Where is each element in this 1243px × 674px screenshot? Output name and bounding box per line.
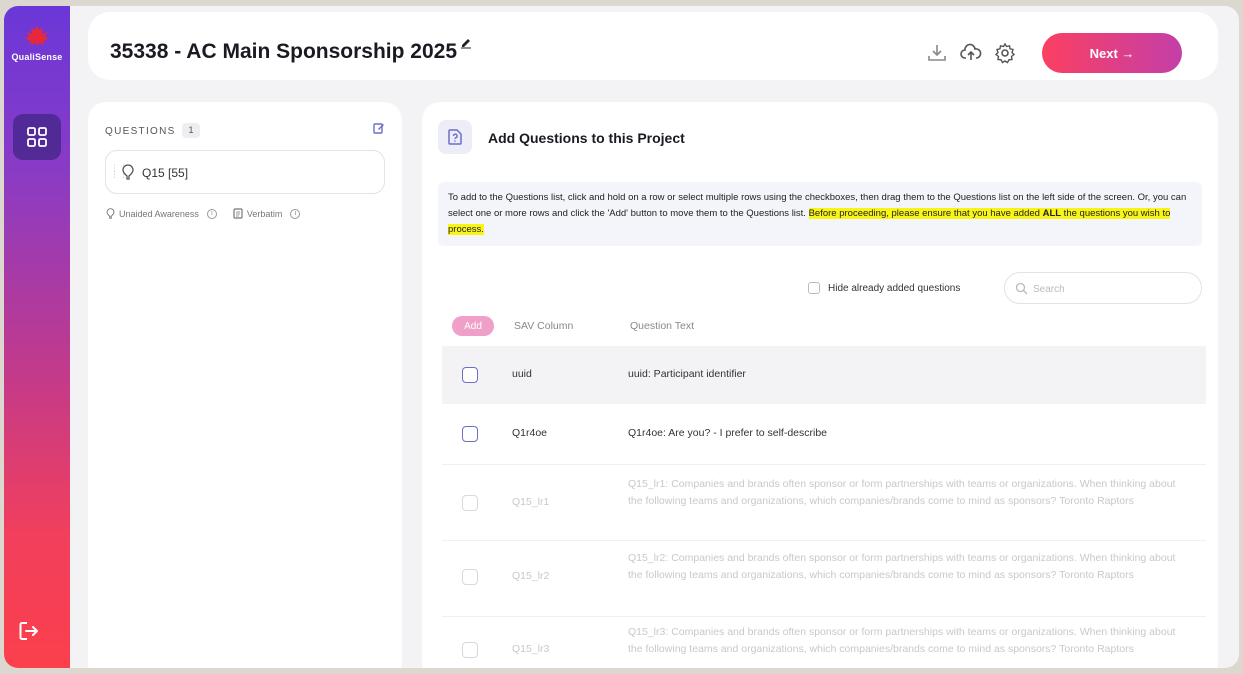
edit-icon[interactable] <box>460 37 472 49</box>
row-divider <box>442 616 1206 617</box>
questions-panel: QUESTIONS 1 ⋮⋮ ⋮⋮ Q15 [55] Unaided Awaren… <box>88 102 402 668</box>
row-sav-column: Q15_lr1 <box>512 496 550 508</box>
hide-added-checkbox[interactable] <box>808 282 820 294</box>
tag-unaided-awareness: Unaided Awareness i <box>106 208 221 219</box>
row-question-text: uuid: Participant identifier <box>628 368 746 380</box>
upload-cloud-icon[interactable] <box>960 42 982 64</box>
question-item[interactable]: ⋮⋮ ⋮⋮ Q15 [55] <box>105 150 385 194</box>
panel-title: Add Questions to this Project <box>488 130 685 146</box>
table-row[interactable]: uuid uuid: Participant identifier <box>442 346 1206 404</box>
top-header: 35338 - AC Main Sponsorship 2025 Next → <box>88 12 1218 80</box>
pin-small-icon <box>106 208 115 219</box>
row-sav-column: Q1r4oe <box>512 427 548 439</box>
row-divider <box>442 540 1206 541</box>
table-row: Q15_lr2 Q15_lr2: Companies and brands of… <box>442 542 1206 616</box>
tag-label: Unaided Awareness <box>119 208 199 219</box>
row-checkbox <box>462 495 478 511</box>
search-icon <box>1015 282 1028 295</box>
info-icon[interactable]: i <box>206 208 217 219</box>
table-row[interactable]: Q1r4oe Q1r4oe: Are you? - I prefer to se… <box>442 404 1206 464</box>
settings-icon[interactable] <box>994 42 1016 64</box>
grid-icon <box>27 127 47 147</box>
hide-added-toggle[interactable]: Hide already added questions <box>808 282 960 294</box>
edit-questions-icon[interactable] <box>373 122 385 134</box>
hide-added-label: Hide already added questions <box>828 282 961 294</box>
row-question-text: Q15_lr3: Companies and brands often spon… <box>628 626 1176 655</box>
question-document-icon <box>448 129 462 145</box>
download-icon[interactable] <box>926 42 948 64</box>
warning-text-bold: ALL <box>1042 208 1062 219</box>
info-icon[interactable]: i <box>290 208 301 219</box>
row-question-text: Q15_lr1: Companies and brands often spon… <box>628 478 1176 507</box>
add-button[interactable]: Add <box>452 316 494 336</box>
row-sav-column: Q15_lr3 <box>512 643 550 655</box>
location-pin-icon <box>122 164 134 180</box>
document-icon <box>233 208 243 219</box>
add-questions-icon <box>438 120 472 154</box>
project-title: 35338 - AC Main Sponsorship 2025 <box>110 40 458 63</box>
add-questions-panel: Add Questions to this Project To add to … <box>422 102 1218 668</box>
row-checkbox <box>462 569 478 585</box>
warning-text-pre: Before proceeding, please ensure that yo… <box>808 208 1043 219</box>
maple-leaf-icon <box>25 25 49 47</box>
sidebar-item-dashboard[interactable] <box>13 114 61 160</box>
question-item-label: Q15 [55] <box>142 166 189 180</box>
sidebar-item-logout[interactable] <box>18 620 42 644</box>
row-checkbox[interactable] <box>462 426 478 442</box>
row-checkbox <box>462 642 478 658</box>
tag-verbatim: Verbatim i <box>233 208 305 219</box>
column-header-sav: SAV Column <box>514 320 574 332</box>
app-name: QualiSense <box>11 52 63 62</box>
app-logo[interactable]: QualiSense <box>4 24 70 62</box>
row-question-text: Q1r4oe: Are you? - I prefer to self-desc… <box>628 427 828 439</box>
row-sav-column: uuid <box>512 368 532 380</box>
logout-icon <box>19 622 38 640</box>
table-row: Q15_lr1 Q15_lr1: Companies and brands of… <box>442 466 1206 540</box>
table-row: Q15_lr3 Q15_lr3: Companies and brands of… <box>442 618 1206 668</box>
row-sav-column: Q15_lr2 <box>512 570 550 582</box>
app-frame: QualiSense 35338 - AC Main Sponsorship 2… <box>4 6 1239 668</box>
row-divider <box>442 464 1206 465</box>
row-question-text: Q15_lr2: Companies and brands often spon… <box>628 552 1176 581</box>
sidebar: QualiSense <box>4 6 70 668</box>
question-tags: Unaided Awareness i Verbatim i <box>106 208 316 219</box>
questions-count-badge: 1 <box>182 123 200 138</box>
tag-label: Verbatim <box>246 208 283 219</box>
row-checkbox[interactable] <box>462 367 478 383</box>
search-box[interactable] <box>1004 272 1202 304</box>
next-button[interactable]: Next → <box>1042 33 1182 73</box>
questions-label: QUESTIONS <box>105 126 176 137</box>
instructions-box: To add to the Questions list, click and … <box>438 182 1202 246</box>
search-input[interactable] <box>1033 281 1193 297</box>
column-header-question-text: Question Text <box>630 320 695 332</box>
